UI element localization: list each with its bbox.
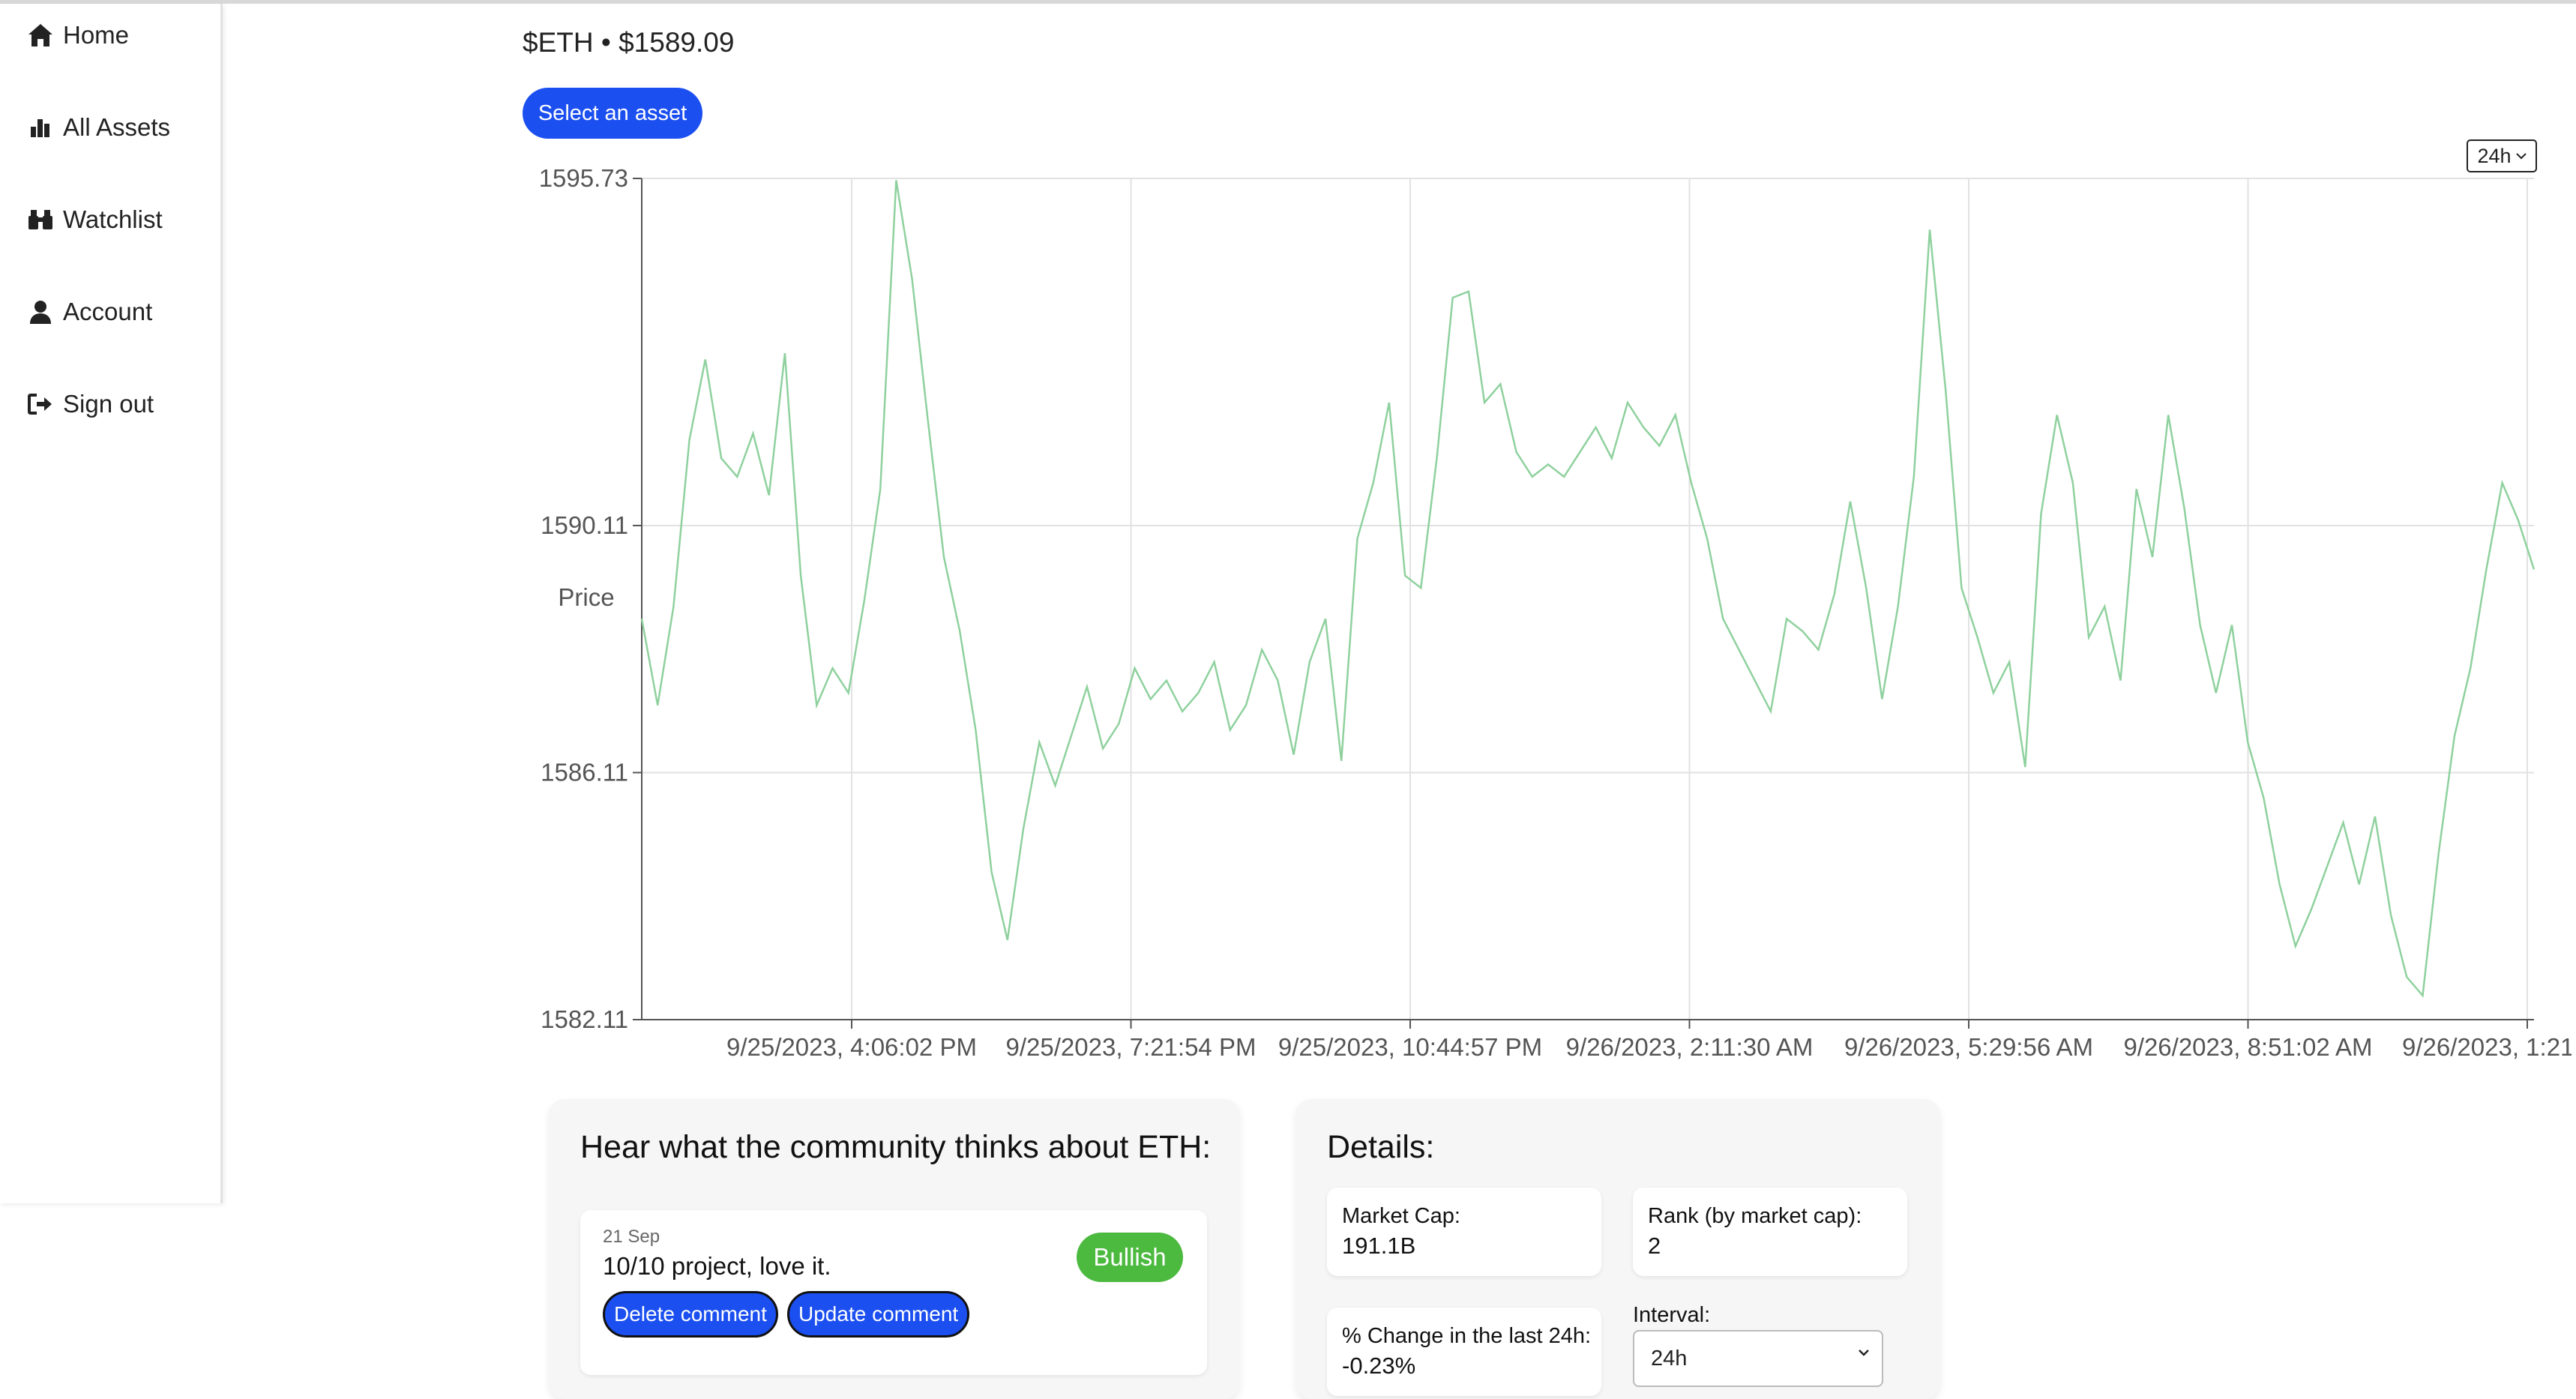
- sidebar-item-label: Account: [63, 298, 153, 325]
- sidebar: Home All Assets Watchlist Account Sign o…: [0, 4, 223, 1203]
- price-chart: 1595.73 1590.11 1586.11 1582.11 9/25/2023, …: [539, 165, 2572, 1061]
- rank-label: Rank (by market cap):: [1648, 1204, 1862, 1228]
- comment-text: 10/10 project, love it.: [603, 1252, 831, 1280]
- x-tick-label: 9/26/2023, 5:29:56 AM: [1844, 1033, 2093, 1061]
- sidebar-item-all-assets[interactable]: All Assets: [25, 112, 170, 142]
- update-comment-button[interactable]: Update comment: [787, 1291, 970, 1338]
- x-tick-label: 9/26/2023, 2:11:30 AM: [1566, 1033, 1814, 1061]
- interval-label: Interval:: [1633, 1303, 1711, 1327]
- sidebar-item-account[interactable]: Account: [25, 297, 152, 327]
- top-border: [0, 0, 2576, 4]
- change-label: % Change in the last 24h:: [1342, 1324, 1592, 1348]
- y-axis-label: Price: [558, 583, 614, 611]
- y-tick-label: 1595.73: [539, 165, 628, 192]
- sidebar-item-home[interactable]: Home: [25, 20, 129, 50]
- sidebar-item-label: Home: [63, 21, 130, 49]
- sidebar-item-watchlist[interactable]: Watchlist: [25, 205, 163, 235]
- x-tick-label: 9/25/2023, 4:06:02 PM: [726, 1033, 977, 1061]
- delete-comment-button[interactable]: Delete comment: [603, 1291, 778, 1338]
- market-cap-label: Market Cap:: [1342, 1204, 1460, 1228]
- price-series-line: [640, 180, 2536, 998]
- market-cap-value: 191.1B: [1342, 1233, 1416, 1259]
- sidebar-item-label: Watchlist: [63, 205, 163, 233]
- chart-range-value: 24h: [2477, 144, 2512, 167]
- x-tick-label: 9/26/2023, 8:51:02 AM: [2123, 1033, 2372, 1061]
- binoculars-icon: [25, 205, 55, 235]
- x-tick-label: 9/26/2023, 1:21:27 PM: [2402, 1033, 2572, 1061]
- change-stat: % Change in the last 24h: -0.23%: [1327, 1308, 1601, 1396]
- comment-date: 21 Sep: [603, 1227, 660, 1247]
- sidebar-item-label: Sign out: [63, 390, 154, 418]
- interval-select[interactable]: 24h: [1633, 1330, 1883, 1387]
- x-tick-label: 9/25/2023, 7:21:54 PM: [1006, 1033, 1257, 1061]
- rank-value: 2: [1648, 1233, 1661, 1259]
- chevron-down-icon: [2515, 153, 2527, 160]
- interval-value: 24h: [1651, 1346, 1688, 1371]
- chevron-down-icon: [1859, 1350, 1869, 1356]
- page-title: $ETH • $1589.09: [523, 27, 735, 58]
- user-icon: [25, 297, 55, 327]
- sentiment-badge: Bullish: [1077, 1233, 1183, 1282]
- details-title: Details:: [1327, 1129, 1435, 1165]
- x-tick-label: 9/25/2023, 10:44:57 PM: [1278, 1033, 1542, 1061]
- sidebar-item-label: All Assets: [63, 113, 171, 141]
- comment-item: 21 Sep 10/10 project, love it. Bullish D…: [580, 1210, 1207, 1375]
- community-title: Hear what the community thinks about ETH…: [580, 1129, 1212, 1165]
- home-icon: [25, 20, 55, 50]
- bar-chart-icon: [25, 112, 55, 142]
- sign-out-icon: [25, 389, 55, 419]
- sidebar-item-sign-out[interactable]: Sign out: [25, 389, 154, 419]
- change-value: -0.23%: [1342, 1353, 1416, 1379]
- rank-stat: Rank (by market cap): 2: [1633, 1188, 1907, 1276]
- select-asset-button[interactable]: Select an asset: [523, 88, 702, 139]
- market-cap-stat: Market Cap: 191.1B: [1327, 1188, 1601, 1276]
- y-tick-label: 1590.11: [541, 511, 628, 539]
- y-tick-label: 1586.11: [541, 758, 628, 786]
- y-tick-label: 1582.11: [541, 1005, 628, 1033]
